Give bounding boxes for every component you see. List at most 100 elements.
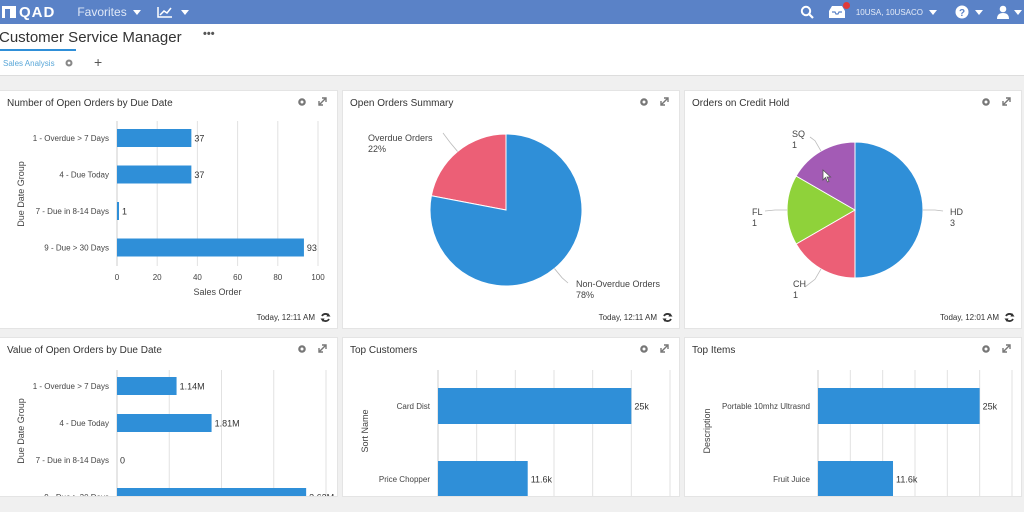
card-open-orders-count: Number of Open Orders by Due Date Today, …: [0, 90, 338, 329]
more-options-button[interactable]: •••: [203, 28, 215, 40]
pie-chart: HD3CH1FL1SQ1: [752, 129, 963, 300]
data-label: 3.62M: [309, 493, 334, 497]
tab-settings-gear-icon[interactable]: [64, 58, 74, 68]
mouse-cursor-icon: [822, 169, 832, 183]
category-label: 1 - Overdue > 7 Days: [33, 134, 109, 143]
data-label: 1.14M: [180, 382, 205, 392]
data-label: 93: [307, 243, 317, 253]
slice-value: 78%: [576, 290, 594, 300]
bar[interactable]: [117, 202, 120, 220]
bar-chart: Portable 10mhz Ultrasnd 25k Fruit Juice 11.…: [702, 370, 1013, 496]
chevron-down-icon: [1014, 9, 1022, 15]
qad-logo[interactable]: QAD: [2, 4, 55, 21]
notification-badge: [842, 2, 850, 9]
leader-line: [923, 209, 944, 212]
bar[interactable]: [818, 461, 894, 496]
tab-sales-analysis[interactable]: Sales Analysis: [3, 59, 55, 68]
bar[interactable]: [117, 165, 192, 184]
category-label: 7 - Due in 8-14 Days: [36, 207, 109, 216]
data-label: 0: [120, 456, 125, 466]
chevron-down-icon: [975, 9, 983, 15]
data-label: 37: [194, 170, 204, 180]
slice-label: HD: [950, 207, 963, 217]
data-label: 1: [122, 207, 127, 217]
x-tick-label: 80: [273, 273, 282, 282]
line-chart-icon: [156, 7, 172, 18]
qad-logo-icon: [2, 6, 16, 18]
chevron-down-icon: [929, 9, 937, 15]
category-label: 7 - Due in 8-14 Days: [36, 456, 109, 465]
bar[interactable]: [117, 129, 192, 147]
slice-value: 1: [752, 218, 757, 228]
category-label: 1 - Overdue > 7 Days: [33, 382, 109, 391]
favorites-label: Favorites: [77, 5, 127, 19]
category-label: 9 - Due > 30 Days: [44, 244, 109, 253]
inbox-icon[interactable]: [828, 2, 850, 19]
bar[interactable]: [117, 238, 304, 257]
favorites-menu[interactable]: Favorites: [77, 5, 141, 19]
chevron-down-icon: [180, 9, 189, 15]
card-open-orders-summary: Open Orders Summary Today, 12:11 AM Overdu…: [342, 90, 680, 329]
bar-chart: 1 - Overdue > 7 Days 1.14M 4 - Due Today 1.…: [16, 370, 334, 497]
bar-chart: Card Dist 25k Price Chopper 11.6k Sort Name: [360, 370, 671, 496]
add-tab-button[interactable]: +: [94, 54, 102, 70]
card-top-items: Top Items Portable 10mhz Ultrasnd 25k Fruit…: [684, 337, 1022, 497]
bar[interactable]: [438, 461, 528, 496]
page-header: Customer Service Manager ••• Sales Analy…: [0, 24, 1024, 76]
page-title: Customer Service Manager: [0, 29, 182, 46]
entity-label: 10USA, 10USACO: [855, 7, 923, 17]
data-label: 25k: [634, 402, 649, 412]
data-label: 11.6k: [896, 475, 918, 485]
category-label: Price Chopper: [379, 475, 430, 484]
top-bar: QAD Favorites 10USA, 10USACO ?: [0, 0, 1024, 24]
search-icon[interactable]: [800, 5, 814, 19]
x-axis-title: Sales Order: [193, 287, 241, 297]
y-axis-title: Due Date Group: [16, 161, 26, 227]
y-axis-title: Due Date Group: [16, 398, 26, 464]
card-credit-hold: Orders on Credit Hold Today, 12:01 AM HD 3 C…: [684, 90, 1022, 329]
card-top-customers: Top Customers Card Dist 25k Price Chopper 11…: [342, 337, 680, 497]
data-label: 25k: [983, 402, 998, 412]
slice-value: 3: [950, 218, 955, 228]
x-tick-label: 20: [153, 273, 162, 282]
x-tick-label: 0: [115, 273, 120, 282]
leader-line: [764, 209, 787, 212]
slice-label: SQ: [792, 129, 805, 139]
leader-line: [809, 136, 822, 152]
help-menu[interactable]: ?: [955, 5, 983, 19]
chevron-down-icon: [132, 9, 141, 15]
bar-chart: 1 - Overdue > 7 Days 37 4 - Due Today 37 7 -…: [16, 121, 325, 297]
user-icon: [997, 5, 1009, 19]
category-label: 4 - Due Today: [59, 419, 109, 428]
category-label: 4 - Due Today: [59, 171, 109, 180]
slice-label: Overdue Orders: [368, 133, 433, 143]
category-label: Card Dist: [397, 402, 431, 411]
user-menu[interactable]: [997, 5, 1022, 19]
title-underline: [0, 49, 76, 51]
data-label: 37: [194, 134, 204, 144]
bar[interactable]: [117, 414, 212, 432]
slice-value: 1: [792, 140, 797, 150]
bar[interactable]: [438, 388, 632, 424]
category-label: Fruit Juice: [773, 475, 810, 484]
svg-text:?: ?: [959, 8, 965, 19]
bar[interactable]: [818, 388, 980, 424]
entity-selector[interactable]: 10USA, 10USACO: [856, 8, 937, 17]
bar[interactable]: [117, 377, 177, 395]
pie-slice[interactable]: [854, 141, 924, 279]
slice-label: FL: [752, 207, 763, 217]
x-tick-label: 100: [311, 273, 325, 282]
bar[interactable]: [117, 488, 307, 496]
data-label: 11.6k: [531, 475, 553, 485]
slice-label: CH: [793, 279, 806, 289]
data-label: 1.81M: [215, 419, 240, 429]
pie-chart: Overdue Orders22% Non-Overdue Orders78%: [368, 132, 661, 300]
analytics-menu[interactable]: [156, 6, 189, 18]
x-tick-label: 40: [193, 273, 202, 282]
slice-value: 22%: [368, 144, 386, 154]
y-axis-title: Sort Name: [360, 409, 370, 452]
slice-value: 1: [793, 290, 798, 300]
card-open-orders-value: Value of Open Orders by Due Date 1 - Over…: [0, 337, 338, 497]
category-label: Portable 10mhz Ultrasnd: [722, 402, 810, 411]
help-icon: ?: [955, 5, 969, 19]
